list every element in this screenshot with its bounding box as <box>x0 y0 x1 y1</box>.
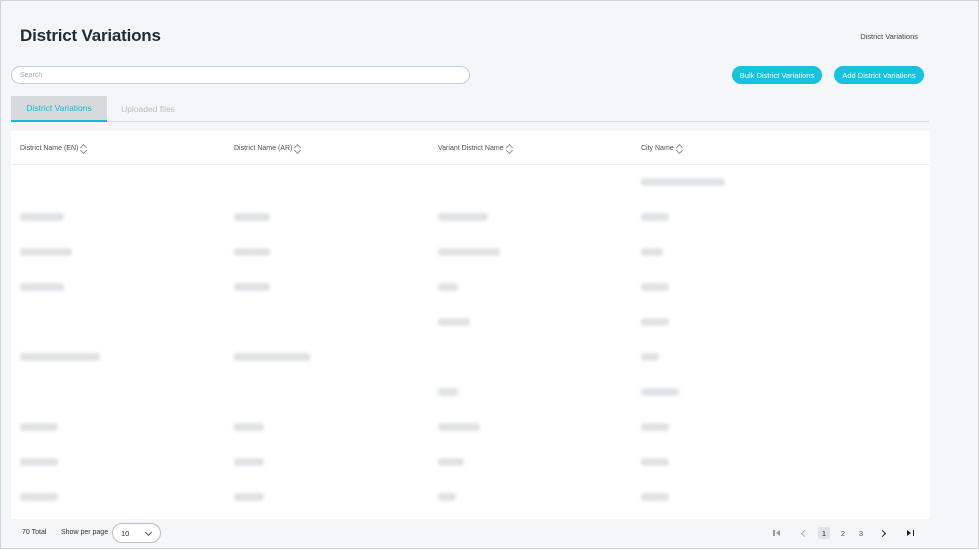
previous-page-button[interactable] <box>798 527 810 539</box>
add-district-variations-button[interactable]: Add District Variations <box>834 66 924 84</box>
breadcrumb[interactable]: District Variations <box>860 32 918 41</box>
table-row[interactable] <box>11 480 930 515</box>
app-frame: District Variations District Variations … <box>0 0 979 549</box>
blurred-cell <box>20 213 64 221</box>
page-title: District Variations <box>20 26 161 45</box>
column-header-label: District Name (AR) <box>234 144 293 152</box>
chevron-right-icon <box>878 529 886 537</box>
page-button-1[interactable]: 1 <box>818 527 830 539</box>
blurred-cell <box>438 213 488 221</box>
last-page-icon <box>905 528 915 538</box>
blurred-cell <box>438 248 500 256</box>
table-row[interactable] <box>11 445 930 480</box>
blurred-cell <box>234 353 310 361</box>
column-header-city-name[interactable]: City Name <box>641 143 683 155</box>
table-row[interactable] <box>11 340 930 375</box>
table-row[interactable] <box>11 200 930 235</box>
blurred-cell <box>234 493 264 501</box>
sort-icon[interactable] <box>294 143 302 155</box>
chevron-down-icon <box>144 528 153 537</box>
column-header-label: District Name (EN) <box>20 144 79 152</box>
district-variations-table: District Name (EN) District Name (AR) Va… <box>11 131 930 519</box>
blurred-cell <box>234 283 270 291</box>
blurred-cell <box>641 458 669 466</box>
sort-icon[interactable] <box>505 143 513 155</box>
per-page-label: Show per page <box>61 529 109 536</box>
next-page-button[interactable] <box>876 527 888 539</box>
column-header-district-name-en[interactable]: District Name (EN) <box>20 143 88 155</box>
table-row[interactable] <box>11 410 930 445</box>
blurred-cell <box>234 213 270 221</box>
per-page-value: 10 <box>121 528 130 538</box>
blurred-cell <box>438 283 458 291</box>
blurred-cell <box>641 318 669 326</box>
blurred-cell <box>641 353 659 361</box>
blurred-cell <box>641 493 669 501</box>
blurred-cell <box>20 283 64 291</box>
blurred-cell <box>641 248 663 256</box>
page-button-3[interactable]: 3 <box>855 527 867 539</box>
blurred-cell <box>438 423 480 431</box>
tab-bar: District Variations Uploaded files <box>11 96 929 122</box>
sort-icon[interactable] <box>80 143 88 155</box>
tab-uploaded-files[interactable]: Uploaded files <box>109 96 187 122</box>
search-input[interactable] <box>11 66 470 84</box>
column-header-label: Variant District Name <box>438 144 504 152</box>
blurred-cell <box>234 248 270 256</box>
blurred-cell <box>641 388 679 396</box>
column-header-label: City Name <box>641 144 674 152</box>
blurred-cell <box>641 213 669 221</box>
per-page-select[interactable]: 10 <box>112 523 161 543</box>
blurred-cell <box>438 318 470 326</box>
column-header-variant-district-name[interactable]: Variant District Name <box>438 143 513 155</box>
blurred-cell <box>234 423 264 431</box>
blurred-cell <box>20 493 58 501</box>
first-page-button[interactable] <box>771 527 783 539</box>
total-count: 70 Total <box>22 529 47 536</box>
chevron-left-icon <box>800 529 808 537</box>
last-page-button[interactable] <box>904 527 916 539</box>
table-header: District Name (EN) District Name (AR) Va… <box>11 131 930 165</box>
column-header-district-name-ar[interactable]: District Name (AR) <box>234 143 302 155</box>
blurred-cell <box>641 178 725 186</box>
table-row[interactable] <box>11 305 930 340</box>
blurred-cell <box>438 493 456 501</box>
blurred-cell <box>438 388 458 396</box>
sort-icon[interactable] <box>675 143 683 155</box>
table-row[interactable] <box>11 165 930 200</box>
blurred-cell <box>234 458 264 466</box>
blurred-cell <box>641 283 669 291</box>
first-page-icon <box>772 528 782 538</box>
tab-district-variations[interactable]: District Variations <box>11 96 107 122</box>
page-button-2[interactable]: 2 <box>837 527 849 539</box>
blurred-cell <box>20 458 58 466</box>
table-row[interactable] <box>11 375 930 410</box>
blurred-cell <box>438 458 464 466</box>
bulk-district-variations-button[interactable]: Bulk District Variations <box>732 66 822 84</box>
blurred-cell <box>20 248 72 256</box>
blurred-cell <box>20 353 100 361</box>
blurred-cell <box>641 423 669 431</box>
blurred-cell <box>20 423 58 431</box>
table-row[interactable] <box>11 235 930 270</box>
table-footer: 70 Total Show per page 10 1 2 3 <box>11 519 930 547</box>
table-row[interactable] <box>11 270 930 305</box>
